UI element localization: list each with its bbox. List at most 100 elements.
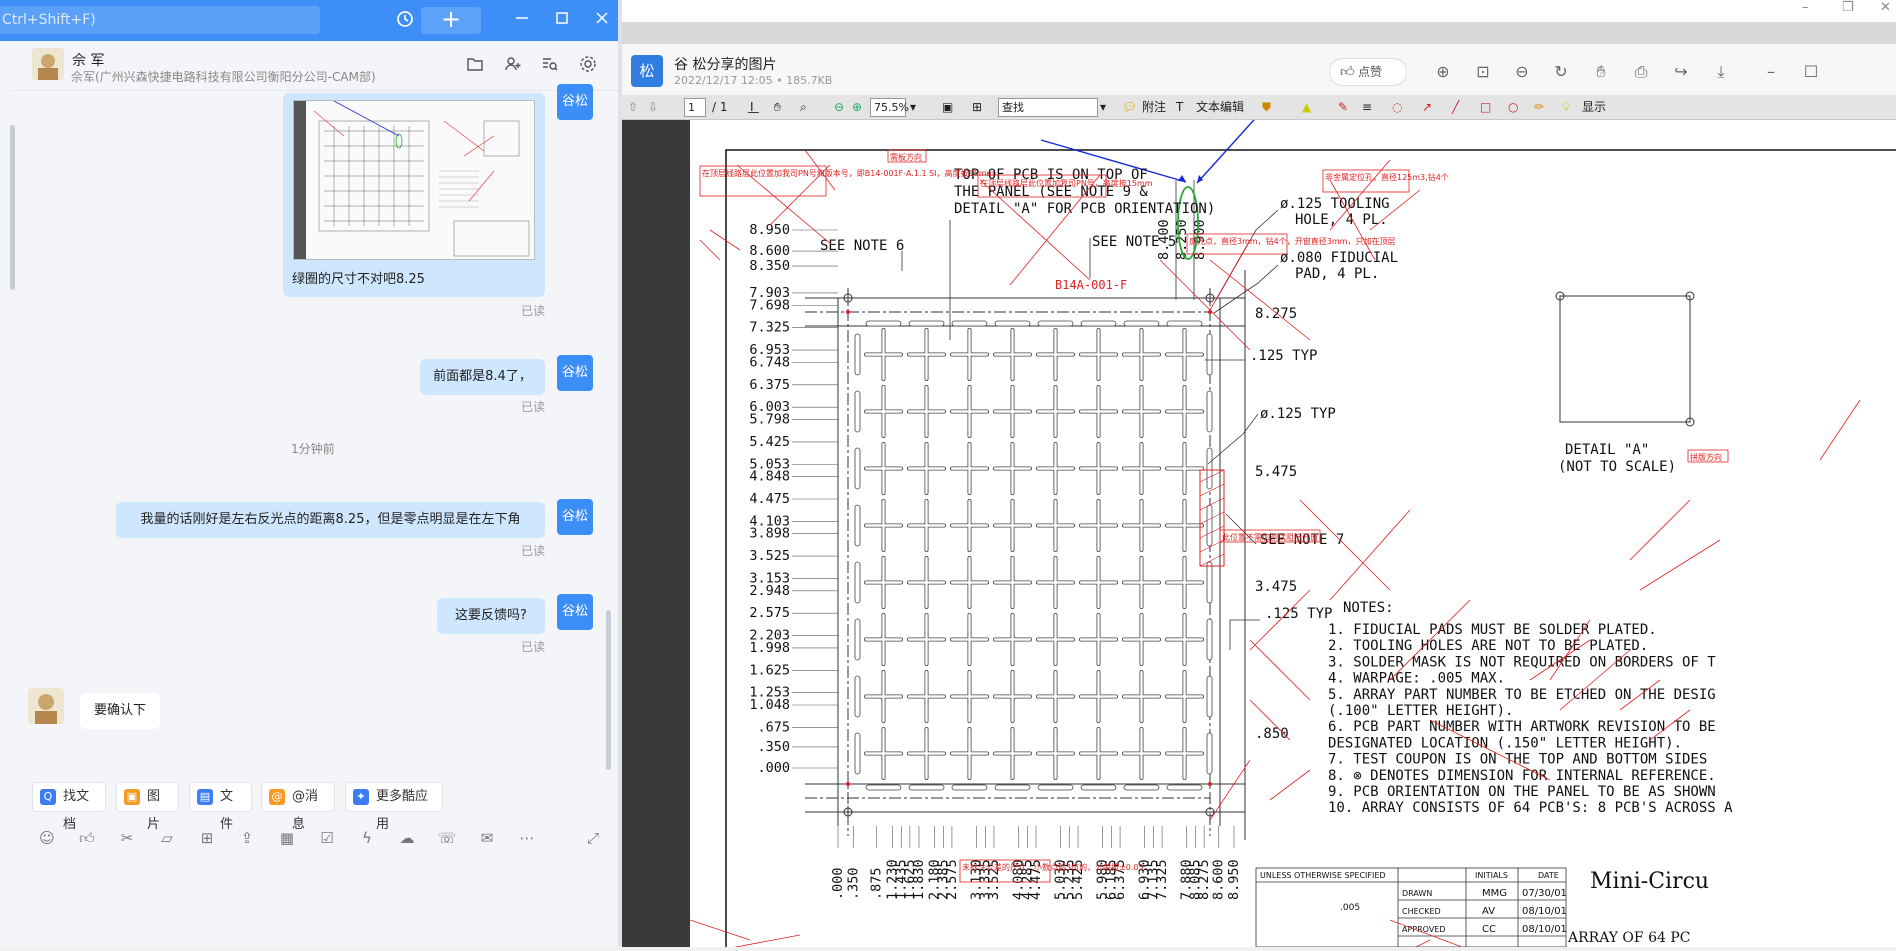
- tb-unless: UNLESS OTHERWISE SPECIFIED: [1260, 871, 1386, 880]
- close-icon[interactable]: [590, 9, 614, 33]
- more-icon[interactable]: ⋯: [516, 827, 538, 849]
- expand-icon[interactable]: ⤢: [582, 827, 604, 849]
- bottom-dim-label: 8.950: [1226, 859, 1242, 900]
- pcb-cell: [1036, 670, 1075, 723]
- add-doc-icon[interactable]: ⊞: [196, 827, 218, 849]
- zoom-in-btn-icon[interactable]: ⊕: [852, 98, 862, 117]
- like-button[interactable]: 👍︎ 点赞: [1329, 58, 1407, 86]
- app-more[interactable]: ✦ 更多酷应用: [345, 782, 443, 832]
- pcb-cell: [1122, 385, 1161, 438]
- zoom-dropdown-icon[interactable]: ▾: [910, 98, 916, 117]
- search-dropdown-icon[interactable]: ▾: [1100, 98, 1106, 117]
- folder-icon[interactable]: [464, 55, 486, 77]
- next-page-icon[interactable]: ⇩: [648, 98, 658, 117]
- system-restore-icon[interactable]: ❐: [1842, 0, 1854, 15]
- page-number-input[interactable]: 1: [684, 98, 706, 117]
- note-line: 9. PCB ORIENTATION ON THE PANEL TO BE AS…: [1328, 784, 1716, 800]
- my-avatar[interactable]: 谷松: [557, 594, 593, 630]
- like-icon[interactable]: 👍︎: [76, 827, 98, 849]
- scissors-icon[interactable]: ✂: [116, 827, 138, 849]
- app-label: 找文档: [63, 789, 90, 832]
- settings-icon[interactable]: [577, 55, 599, 77]
- stamp-icon[interactable]: ⛊: [1262, 98, 1271, 117]
- pcb-cell: [993, 556, 1032, 609]
- text-edit-label[interactable]: 文本编辑: [1196, 98, 1244, 117]
- mail-icon[interactable]: ✉: [476, 827, 498, 849]
- zoom-tool-icon[interactable]: ⌕: [800, 98, 807, 117]
- phone-icon[interactable]: ☏: [436, 827, 458, 849]
- maximize-icon[interactable]: [550, 9, 574, 33]
- app-images[interactable]: ▣ 图片: [116, 782, 179, 832]
- lines-icon[interactable]: ≡: [1362, 98, 1372, 117]
- message-bubble[interactable]: 我量的话刚好是左右反光点的距离8.25，但是零点明显是在左下角: [116, 502, 545, 538]
- zoom-out-icon[interactable]: ⊖: [1511, 61, 1533, 83]
- ellipse-tool-icon[interactable]: ○: [1508, 98, 1518, 117]
- zoom-in-icon[interactable]: ⊕: [1432, 61, 1454, 83]
- my-avatar[interactable]: 谷松: [557, 355, 593, 391]
- arrow-tool-icon[interactable]: ↗: [1422, 98, 1432, 117]
- prev-page-icon[interactable]: ⇧: [628, 98, 638, 117]
- message-bubble[interactable]: 前面都是8.4了，: [420, 359, 545, 395]
- zoom-level-input[interactable]: 75.5%: [870, 98, 909, 117]
- shared-image-thumbnail[interactable]: [293, 100, 535, 260]
- text-edit-icon[interactable]: T: [1176, 98, 1183, 117]
- message-bubble[interactable]: 要确认下: [80, 693, 160, 729]
- global-search-input[interactable]: Ctrl+Shift+F): [0, 6, 320, 34]
- cloud-icon[interactable]: ☁: [396, 827, 418, 849]
- app-files[interactable]: ▤ 文件: [189, 782, 252, 832]
- left-dim-label: 2.948: [749, 583, 790, 599]
- my-avatar[interactable]: 谷松: [557, 499, 593, 535]
- fit-width-icon[interactable]: ⊞: [972, 98, 982, 117]
- history-icon[interactable]: [393, 9, 417, 33]
- chat-scrollbar[interactable]: [10, 125, 15, 290]
- pcb-cell: [1079, 727, 1118, 780]
- pcb-cell: [1122, 727, 1161, 780]
- add-member-icon[interactable]: [502, 55, 524, 77]
- app-mentions[interactable]: @ @消息: [261, 782, 335, 832]
- viewer-maximize-icon[interactable]: ☐: [1800, 61, 1822, 83]
- share-icon[interactable]: ↪: [1670, 61, 1692, 83]
- left-dim-label: 5.425: [749, 434, 790, 450]
- app-find-docs[interactable]: Q 找文档: [32, 782, 106, 832]
- markup-icon[interactable]: ✎: [1338, 98, 1348, 117]
- upload-icon[interactable]: ⇪: [236, 827, 258, 849]
- route-slot: [854, 390, 861, 433]
- fit-page-icon[interactable]: ▣: [942, 98, 953, 117]
- download-icon[interactable]: ⤓: [1710, 61, 1732, 83]
- pencil-tool-icon[interactable]: ✏: [1534, 98, 1544, 117]
- contact-avatar[interactable]: [32, 48, 64, 80]
- highlight-icon[interactable]: ▲: [1302, 98, 1311, 117]
- note-tool-icon[interactable]: 💡︎: [1562, 98, 1570, 117]
- rect-tool-icon[interactable]: □: [1480, 98, 1491, 117]
- lightning-icon[interactable]: ϟ: [356, 827, 378, 849]
- comment-icon[interactable]: 💬︎: [1122, 98, 1137, 117]
- print-icon[interactable]: ⎙: [1630, 61, 1652, 83]
- actual-size-icon[interactable]: ⊡: [1472, 61, 1494, 83]
- hand-icon[interactable]: ✋︎: [1590, 61, 1612, 83]
- rotate-icon[interactable]: ↻: [1550, 61, 1572, 83]
- viewer-minimize-icon[interactable]: –: [1760, 61, 1782, 83]
- message-bubble-image[interactable]: 绿圈的尺寸不对吧8.25: [283, 93, 545, 297]
- minimize-icon[interactable]: [510, 9, 534, 33]
- my-avatar[interactable]: 谷松: [557, 84, 593, 120]
- edit-icon[interactable]: ▱: [156, 827, 178, 849]
- system-close-icon[interactable]: ✕: [1880, 0, 1891, 15]
- new-action-button[interactable]: +: [421, 7, 481, 34]
- emoji-icon[interactable]: ☺: [36, 827, 58, 849]
- search-history-icon[interactable]: [539, 55, 561, 77]
- contact-avatar[interactable]: [28, 688, 64, 724]
- attach-label[interactable]: 附注: [1142, 98, 1166, 117]
- select-tool-icon[interactable]: I͟: [750, 98, 754, 117]
- pdf-search-input[interactable]: 查找: [998, 98, 1098, 117]
- system-minimize-icon[interactable]: –: [1802, 0, 1809, 15]
- cloud-shape-icon[interactable]: ◌: [1392, 98, 1402, 117]
- route-slot: [1206, 561, 1213, 604]
- message-bubble[interactable]: 这要反馈吗?: [437, 598, 545, 634]
- zoom-out-btn-icon[interactable]: ⊖: [834, 98, 844, 117]
- task-icon[interactable]: ☑: [316, 827, 338, 849]
- calendar-icon[interactable]: ▦: [276, 827, 298, 849]
- line-tool-icon[interactable]: ╱: [1452, 98, 1459, 117]
- display-label[interactable]: 显示: [1582, 98, 1606, 117]
- chat-scrollbar-2[interactable]: [606, 610, 611, 770]
- hand-tool-icon[interactable]: ✋︎: [774, 98, 781, 117]
